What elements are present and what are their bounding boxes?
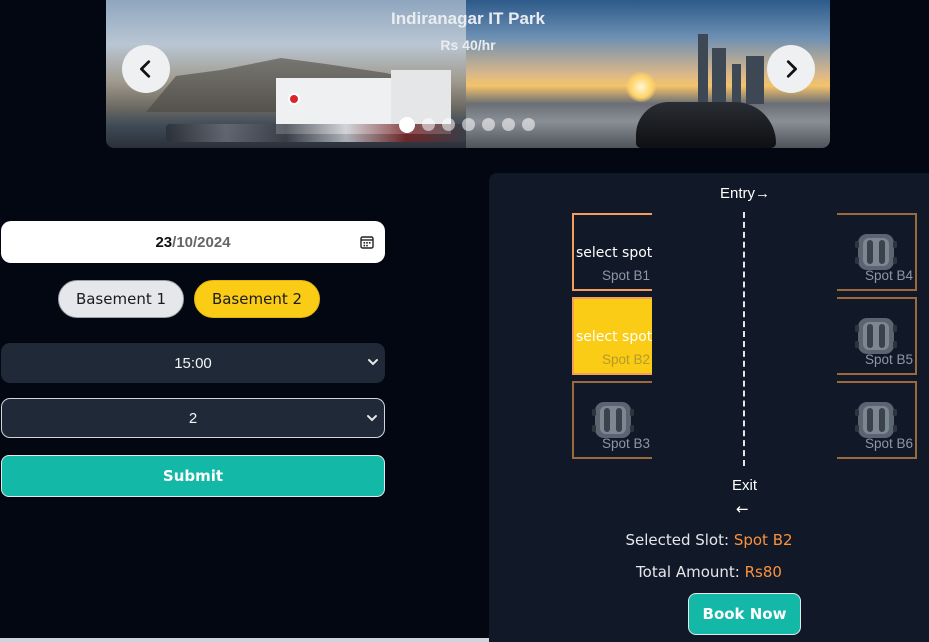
car-icon [592, 400, 634, 440]
date-year: 2024 [197, 233, 231, 251]
parking-spot: Spot B6 [837, 381, 917, 459]
carousel-dot[interactable] [442, 118, 455, 131]
time-select-value: 15:00 [174, 354, 212, 372]
sports-car [636, 102, 776, 148]
carousel-next-button[interactable] [767, 45, 815, 93]
skyscraper [732, 64, 741, 104]
no-entry-sign [288, 93, 300, 105]
chevron-down-icon [367, 415, 377, 422]
entry-label: Entry→ [720, 185, 771, 202]
selected-slot-label: Selected Slot: [625, 531, 734, 549]
carousel-dot[interactable] [482, 118, 495, 131]
chevron-left-icon [140, 60, 151, 78]
carousel-dot[interactable] [522, 118, 535, 131]
carousel-dot[interactable] [462, 118, 475, 131]
book-now-button[interactable]: Book Now [688, 593, 801, 635]
parking-spot[interactable]: select spot Spot B1 [572, 213, 652, 291]
spot-name: Spot B1 [601, 268, 650, 283]
scrollbar[interactable] [0, 638, 489, 642]
parking-spot: Spot B3 [572, 381, 652, 459]
calendar-icon[interactable] [360, 235, 374, 249]
car-icon [855, 316, 897, 356]
parking-spot: Spot B5 [837, 297, 917, 375]
carousel-price: Rs 40/hr [440, 37, 496, 53]
carousel-dots [399, 117, 535, 133]
hours-select-value: 2 [188, 409, 198, 427]
carousel-dot[interactable] [399, 117, 415, 133]
location-carousel: Indiranagar IT Park Rs 40/hr [106, 0, 830, 148]
total-amount-value: Rs80 [744, 563, 782, 581]
spot-name: Spot B5 [864, 352, 913, 367]
carousel-dot[interactable] [502, 118, 515, 131]
car-icon [855, 400, 897, 440]
select-spot-label: select spot [576, 329, 653, 345]
spot-name: Spot B4 [864, 268, 913, 283]
car-icon [855, 232, 897, 272]
exit-label: Exit [732, 477, 758, 494]
total-amount-summary: Total Amount: Rs80 [489, 563, 929, 581]
date-day: 23 [155, 233, 173, 251]
total-amount-label: Total Amount: [636, 563, 745, 581]
chevron-down-icon [368, 359, 378, 366]
carousel-dot[interactable] [422, 118, 435, 131]
skyscraper [712, 48, 726, 104]
date-month: 10 [176, 233, 193, 251]
spot-name: Spot B6 [864, 436, 913, 451]
selected-slot-summary: Selected Slot: Spot B2 [489, 531, 929, 549]
spot-name: Spot B2 [601, 352, 650, 367]
skyscraper [746, 56, 764, 104]
select-spot-label: select spot [576, 245, 653, 261]
carousel-title: Indiranagar IT Park [391, 9, 545, 28]
carousel-prev-button[interactable] [122, 45, 170, 93]
sun [626, 72, 656, 102]
basement-1-button[interactable]: Basement 1 [58, 280, 184, 318]
exit-arrow: ← [736, 500, 749, 518]
hours-select[interactable]: 2 [1, 398, 385, 438]
driving-lane [743, 212, 745, 466]
basement-2-button[interactable]: Basement 2 [194, 280, 320, 318]
selected-slot-value: Spot B2 [733, 531, 793, 549]
parking-spot[interactable]: select spot Spot B2 [572, 297, 652, 375]
time-select[interactable]: 15:00 [1, 343, 385, 383]
parking-spot: Spot B4 [837, 213, 917, 291]
date-input[interactable]: 23/10/2024 [1, 221, 385, 263]
spot-name: Spot B3 [601, 436, 650, 451]
chevron-right-icon [786, 60, 797, 78]
submit-button[interactable]: Submit [1, 455, 385, 497]
